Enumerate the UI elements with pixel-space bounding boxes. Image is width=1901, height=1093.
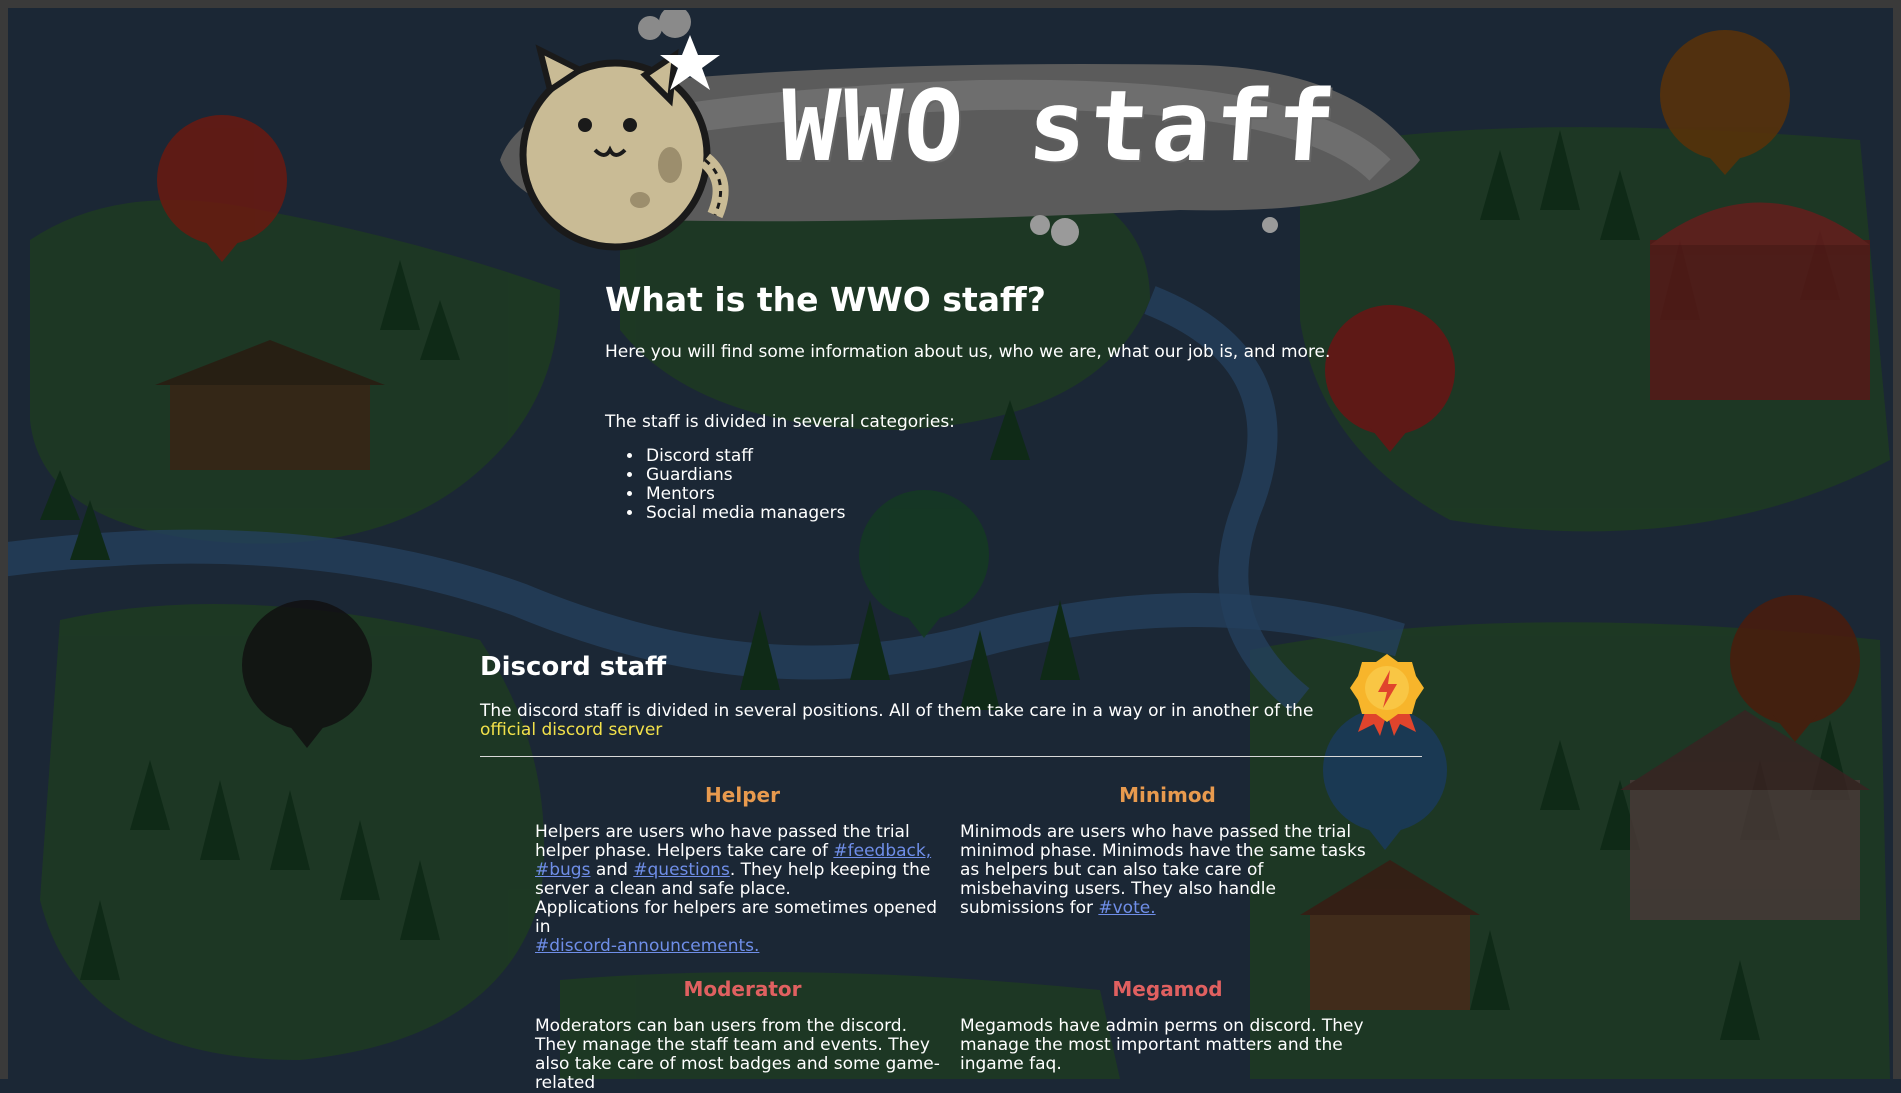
moderator-desc: Moderators can ban users from the discor… <box>535 1016 940 1093</box>
discord-staff-heading: Discord staff <box>480 652 667 682</box>
discord-staff-description: The discord staff is divided in several … <box>480 702 1340 740</box>
list-item: Guardians <box>644 466 845 485</box>
role-minimod: Minimod Minimods are users who have pass… <box>960 783 1375 918</box>
role-title-moderator: Moderator <box>683 977 802 1001</box>
helper-desc-and: and <box>590 860 634 880</box>
section-divider <box>480 756 1422 757</box>
official-discord-link[interactable]: official discord server <box>480 720 662 740</box>
helper-desc-3: Applications for helpers are sometimes o… <box>535 898 937 937</box>
feedback-channel-link[interactable]: #feedback, <box>833 841 931 861</box>
categories-list: Discord staff Guardians Mentors Social m… <box>630 447 845 523</box>
vote-channel-link[interactable]: #vote. <box>1098 898 1155 918</box>
intro-section: What is the WWO staff? <box>605 280 1385 319</box>
medal-badge-icon <box>1350 654 1424 736</box>
questions-channel-link[interactable]: #questions <box>633 860 730 880</box>
minimod-desc: Minimods are users who have passed the t… <box>960 822 1366 918</box>
categories-intro: The staff is divided in several categori… <box>605 412 955 432</box>
role-megamod: Megamod Megamods have admin perms on dis… <box>960 977 1375 1074</box>
discord-desc-text: The discord staff is divided in several … <box>480 701 1314 721</box>
banner-title: WWO staff <box>776 70 1343 184</box>
discord-announcements-link[interactable]: #discord-announcements. <box>535 936 759 956</box>
list-item: Social media managers <box>644 504 845 523</box>
role-helper-text: Helpers are users who have passed the tr… <box>535 823 950 956</box>
role-minimod-text: Minimods are users who have passed the t… <box>960 823 1375 918</box>
list-item: Discord staff <box>644 447 845 466</box>
role-moderator: Moderator Moderators can ban users from … <box>535 977 950 1093</box>
bugs-channel-link[interactable]: #bugs <box>535 860 590 880</box>
role-helper: Helper Helpers are users who have passed… <box>535 783 950 956</box>
list-item: Mentors <box>644 485 845 504</box>
role-title-megamod: Megamod <box>1112 977 1223 1001</box>
role-title-helper: Helper <box>705 783 780 807</box>
role-title-minimod: Minimod <box>1119 783 1216 807</box>
intro-text: Here you will find some information abou… <box>605 342 1331 362</box>
page-title: What is the WWO staff? <box>605 280 1046 319</box>
megamod-desc: Megamods have admin perms on discord. Th… <box>960 1016 1364 1074</box>
